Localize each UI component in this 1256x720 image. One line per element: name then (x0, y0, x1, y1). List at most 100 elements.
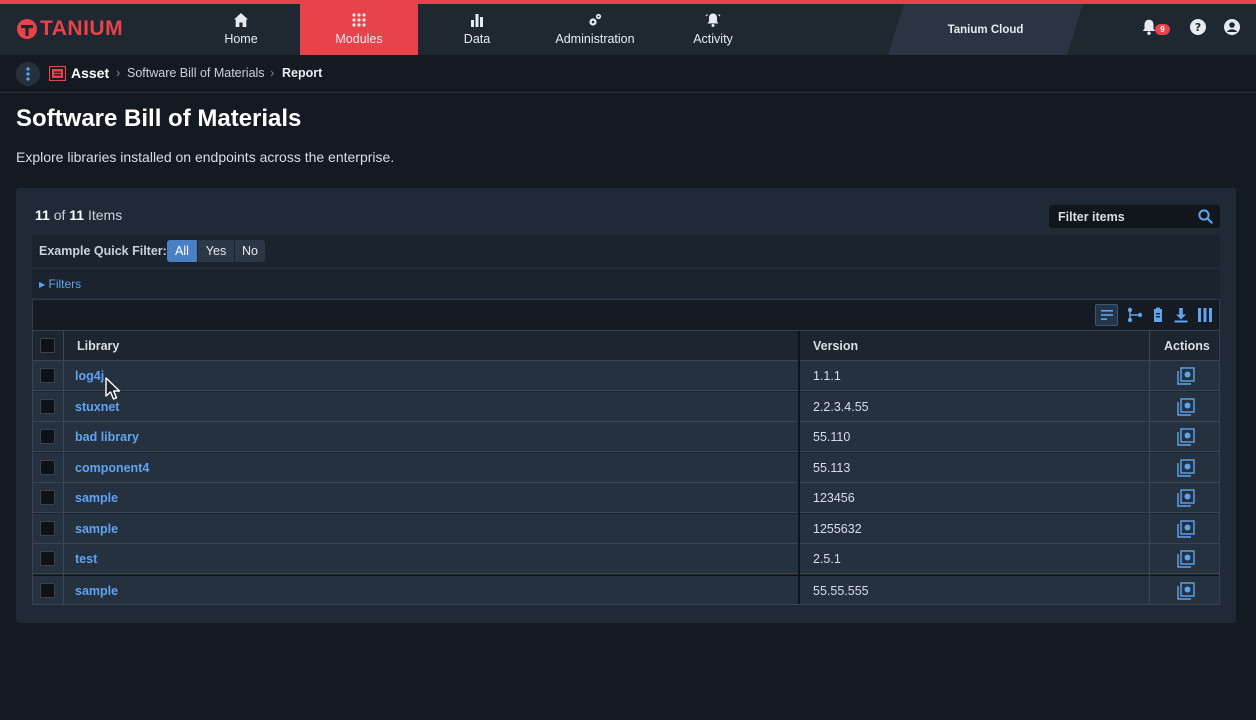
filters-toggle[interactable]: ▶ Filters (39, 277, 81, 291)
items-shown: 11 (35, 207, 50, 223)
table-row[interactable]: bad library 55.110 (33, 422, 1219, 452)
wrap-lines-icon (1100, 310, 1113, 320)
row-checkbox[interactable] (40, 429, 55, 444)
table-row[interactable]: stuxnet 2.2.3.4.55 (33, 392, 1219, 422)
library-link[interactable]: log4j (75, 369, 104, 383)
bell-ring-icon (705, 13, 721, 27)
row-checkbox[interactable] (40, 460, 55, 475)
table-row[interactable]: sample 55.55.555 (33, 575, 1219, 605)
breadcrumb-chevron-icon: › (116, 65, 121, 80)
version-cell: 55.55.555 (813, 584, 869, 598)
nav-tab-home[interactable]: Home (182, 4, 300, 55)
row-checkbox[interactable] (40, 490, 55, 505)
more-options-button[interactable] (16, 62, 40, 86)
view-details-icon[interactable] (1177, 520, 1195, 538)
library-link[interactable]: sample (75, 522, 118, 536)
mouse-cursor-icon (105, 377, 121, 400)
view-details-icon[interactable] (1177, 550, 1195, 568)
table-row[interactable]: sample 1255632 (33, 514, 1219, 544)
column-header-version[interactable]: Version (813, 339, 858, 353)
nav-tab-label: Home (224, 32, 258, 46)
library-link[interactable]: component4 (75, 461, 149, 475)
nav-tab-activity[interactable]: Activity (654, 4, 772, 55)
tanium-logo[interactable]: TANIUM (16, 16, 123, 42)
asset-module-icon (49, 66, 66, 81)
top-navigation: TANIUM Home Modules Data Administration … (0, 4, 1256, 55)
library-link[interactable]: bad library (75, 430, 139, 444)
row-checkbox[interactable] (40, 551, 55, 566)
download-icon (1174, 308, 1188, 323)
table-row[interactable]: log4j 1.1.1 (33, 361, 1219, 391)
filters-row (32, 270, 1220, 298)
home-icon (234, 13, 248, 27)
table-row[interactable]: component4 55.113 (33, 453, 1219, 483)
column-header-actions: Actions (1164, 339, 1210, 353)
table-header-row: Library Version Actions (33, 331, 1219, 361)
table-row[interactable]: sample 123456 (33, 483, 1219, 513)
row-checkbox[interactable] (40, 399, 55, 414)
copy-button[interactable] (1148, 305, 1168, 325)
view-details-icon[interactable] (1177, 428, 1195, 446)
bar-chart-icon (471, 14, 483, 27)
quick-filter-yes-button[interactable]: Yes (198, 240, 234, 262)
breadcrumb-sbom[interactable]: Software Bill of Materials (127, 66, 265, 80)
nav-tab-modules[interactable]: Modules (300, 4, 418, 55)
search-icon[interactable] (1198, 209, 1213, 224)
columns-button[interactable] (1195, 305, 1215, 325)
items-total: 11 (69, 207, 85, 223)
filters-label: Filters (48, 277, 82, 291)
grid-toolbar (32, 299, 1220, 331)
notification-count-badge: 9 (1155, 24, 1170, 35)
library-link[interactable]: test (75, 552, 97, 566)
column-header-library[interactable]: Library (77, 339, 119, 353)
row-checkbox[interactable] (40, 368, 55, 383)
version-cell: 2.2.3.4.55 (813, 400, 869, 414)
breadcrumb-asset[interactable]: Asset (71, 65, 109, 81)
view-details-icon[interactable] (1177, 459, 1195, 477)
version-cell: 2.5.1 (813, 552, 841, 566)
page-subtitle: Explore libraries installed on endpoints… (16, 149, 395, 165)
version-cell: 55.113 (813, 461, 851, 475)
column-divider[interactable] (798, 331, 800, 604)
help-icon[interactable]: ? (1189, 18, 1209, 38)
view-details-icon[interactable] (1177, 398, 1195, 416)
nav-tab-label: Administration (555, 32, 635, 46)
export-button[interactable] (1171, 305, 1191, 325)
nav-tab-label: Modules (335, 32, 383, 46)
tanium-cloud-label[interactable]: Tanium Cloud (888, 4, 1083, 55)
version-cell: 1.1.1 (813, 369, 841, 383)
version-cell: 1255632 (813, 522, 862, 536)
nav-tab-administration[interactable]: Administration (536, 4, 654, 55)
library-link[interactable]: sample (75, 584, 118, 598)
column-divider (63, 331, 64, 604)
library-link[interactable]: sample (75, 491, 118, 505)
table-row[interactable]: test 2.5.1 (33, 544, 1219, 574)
quick-filter-all-button[interactable]: All (167, 240, 197, 262)
items-label: Items (87, 207, 123, 223)
svg-text:?: ? (1195, 21, 1201, 34)
library-link[interactable]: stuxnet (75, 400, 119, 414)
group-by-button[interactable] (1125, 305, 1145, 325)
nav-tab-data[interactable]: Data (418, 4, 536, 55)
vertical-dots-icon (26, 67, 30, 81)
version-cell: 55.110 (813, 430, 851, 444)
view-details-icon[interactable] (1177, 582, 1195, 600)
page-title: Software Bill of Materials (16, 105, 302, 132)
row-checkbox[interactable] (40, 521, 55, 536)
items-of: of (53, 207, 66, 223)
breadcrumb-bar: Asset › Software Bill of Materials › Rep… (0, 55, 1256, 93)
filter-items-box (1049, 205, 1220, 228)
version-cell: 123456 (813, 491, 855, 505)
wrap-text-toggle[interactable] (1095, 304, 1118, 326)
view-details-icon[interactable] (1177, 489, 1195, 507)
filter-items-input[interactable] (1049, 205, 1194, 228)
select-all-checkbox[interactable] (40, 338, 55, 353)
quick-filter-no-button[interactable]: No (235, 240, 265, 262)
gears-icon (589, 13, 602, 26)
item-count: 11 of 11 Items (35, 207, 122, 223)
row-checkbox[interactable] (40, 583, 55, 598)
user-profile-icon[interactable] (1223, 18, 1243, 38)
view-details-icon[interactable] (1177, 367, 1195, 385)
breadcrumb-report: Report (282, 66, 323, 80)
logo-wordmark: TANIUM (40, 17, 124, 40)
